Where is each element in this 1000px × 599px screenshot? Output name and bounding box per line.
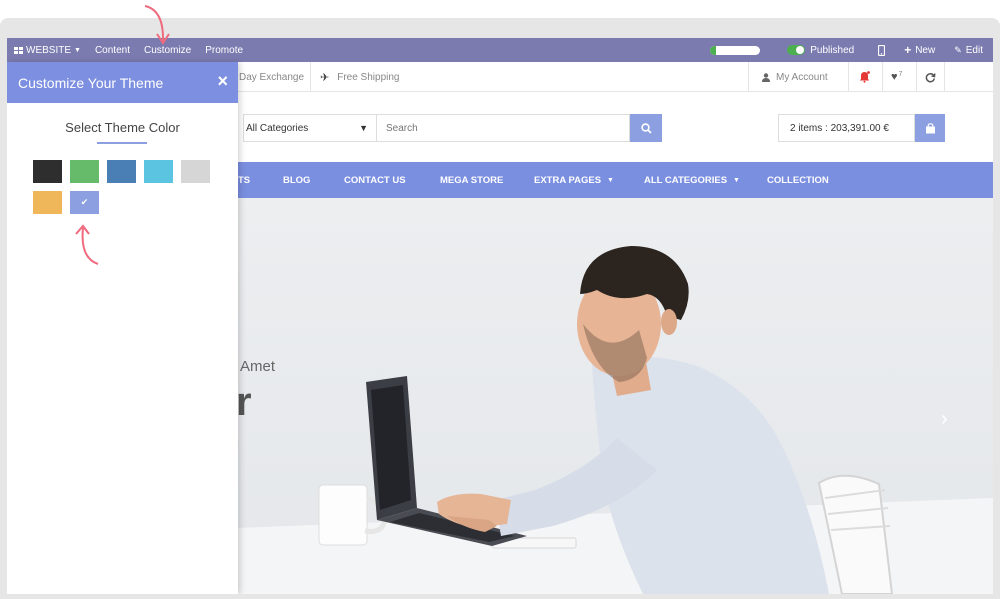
customize-theme-panel: Customize Your Theme × Select Theme Colo… [7,62,238,594]
hero-title-fragment: r [236,380,253,424]
chevron-right-icon[interactable]: › [941,408,948,431]
annotation-arrow-bottom [75,224,99,265]
promote-menu[interactable]: Promote [198,38,250,62]
nav-item-mega-store[interactable]: MEGA STORE [440,162,503,198]
mobile-icon [878,44,886,56]
edit-label: Edit [965,44,983,56]
divider [944,62,945,92]
new-button[interactable]: + New [897,38,947,62]
grid-icon [14,46,23,54]
category-select-value: All Categories [246,122,309,134]
hero-subtitle: Amet [240,358,276,375]
panel-header: Customize Your Theme × [7,62,238,103]
color-swatch[interactable]: ✔ [70,191,99,214]
cart-summary[interactable]: 2 items : 203,391.00 € [778,114,915,142]
check-icon: ✔ [80,197,89,207]
user-icon [762,72,770,82]
caret-down-icon: ▼ [733,176,740,184]
shipping-info: ✈ Free Shipping [320,62,399,92]
pencil-icon: ✎ [954,44,962,55]
nav-item-blog[interactable]: BLOG [283,162,310,198]
sync-button[interactable] [925,62,936,92]
website-label: WEBSITE [26,44,72,56]
shipping-label: Free Shipping [337,71,400,83]
wishlist-button[interactable]: ♥ 7 [891,62,902,92]
color-swatch[interactable] [70,160,99,183]
toggle-switch-icon [787,45,806,55]
close-icon[interactable]: × [217,72,228,90]
nav-label: CONTACT US [344,174,406,186]
plus-icon: + [904,43,912,57]
category-select[interactable]: All Categories ▼ [243,114,376,142]
published-toggle[interactable]: Published [780,38,866,62]
divider [748,62,749,92]
color-swatch[interactable] [144,160,173,183]
exchange-info: Day Exchange [239,62,304,92]
mobile-preview-button[interactable] [866,38,897,62]
content-menu[interactable]: Content [88,38,137,62]
edit-button[interactable]: ✎ Edit [947,38,993,62]
color-swatch[interactable] [107,160,136,183]
refresh-icon [925,72,936,82]
nav-label: EXTRA PAGES [534,174,602,186]
search-icon [640,122,652,134]
browser-viewport: WEBSITE ▼ Content Customize Promote Publ… [7,38,993,594]
screenshot-frame: WEBSITE ▼ Content Customize Promote Publ… [0,18,1000,599]
panel-title: Customize Your Theme [18,74,164,91]
nav-item-extra-pages[interactable]: EXTRA PAGES ▼ [534,162,614,198]
nav-item-all-categories[interactable]: ALL CATEGORIES ▼ [644,162,740,198]
search-button[interactable] [630,114,662,142]
shopping-bag-icon [925,122,935,133]
my-account-label: My Account [776,71,828,83]
subtitle-underline [97,142,147,144]
divider [916,62,917,92]
caret-down-icon: ▼ [74,46,81,54]
my-account-link[interactable]: My Account [762,62,828,92]
nav-item-contact-us[interactable]: CONTACT US [344,162,406,198]
heart-icon: ♥ [891,71,898,83]
nav-item-collection[interactable]: COLLECTION [767,162,829,198]
cart-summary-text: 2 items : 203,391.00 € [790,122,889,134]
nav-label: COLLECTION [767,174,829,186]
nav-label: TS [238,174,251,186]
color-swatch[interactable] [181,160,210,183]
progress-bar [710,45,761,55]
nav-label: ALL CATEGORIES [644,174,728,186]
annotation-arrow-top [144,5,170,45]
website-menu[interactable]: WEBSITE ▼ [7,38,88,62]
nav-label: BLOG [283,174,311,186]
new-label: New [915,44,936,56]
notifications-button[interactable] [859,62,870,92]
exchange-label: Day Exchange [239,71,305,83]
divider [848,62,849,92]
search-input[interactable] [376,114,630,142]
color-swatch[interactable] [33,191,62,214]
bell-icon [859,71,870,83]
cart-button[interactable] [915,114,945,142]
caret-down-icon: ▼ [607,176,614,184]
divider [310,62,311,92]
chevron-down-icon: ▼ [359,123,368,133]
plane-icon: ✈ [320,71,330,84]
nav-label: MEGA STORE [440,174,504,186]
divider [882,62,883,92]
wishlist-count: 7 [898,70,903,78]
nav-item-products[interactable]: TS [238,162,250,198]
panel-subtitle: Select Theme Color [65,120,180,135]
published-label: Published [810,44,855,56]
color-swatch[interactable] [33,160,62,183]
progress-fill [710,45,717,55]
